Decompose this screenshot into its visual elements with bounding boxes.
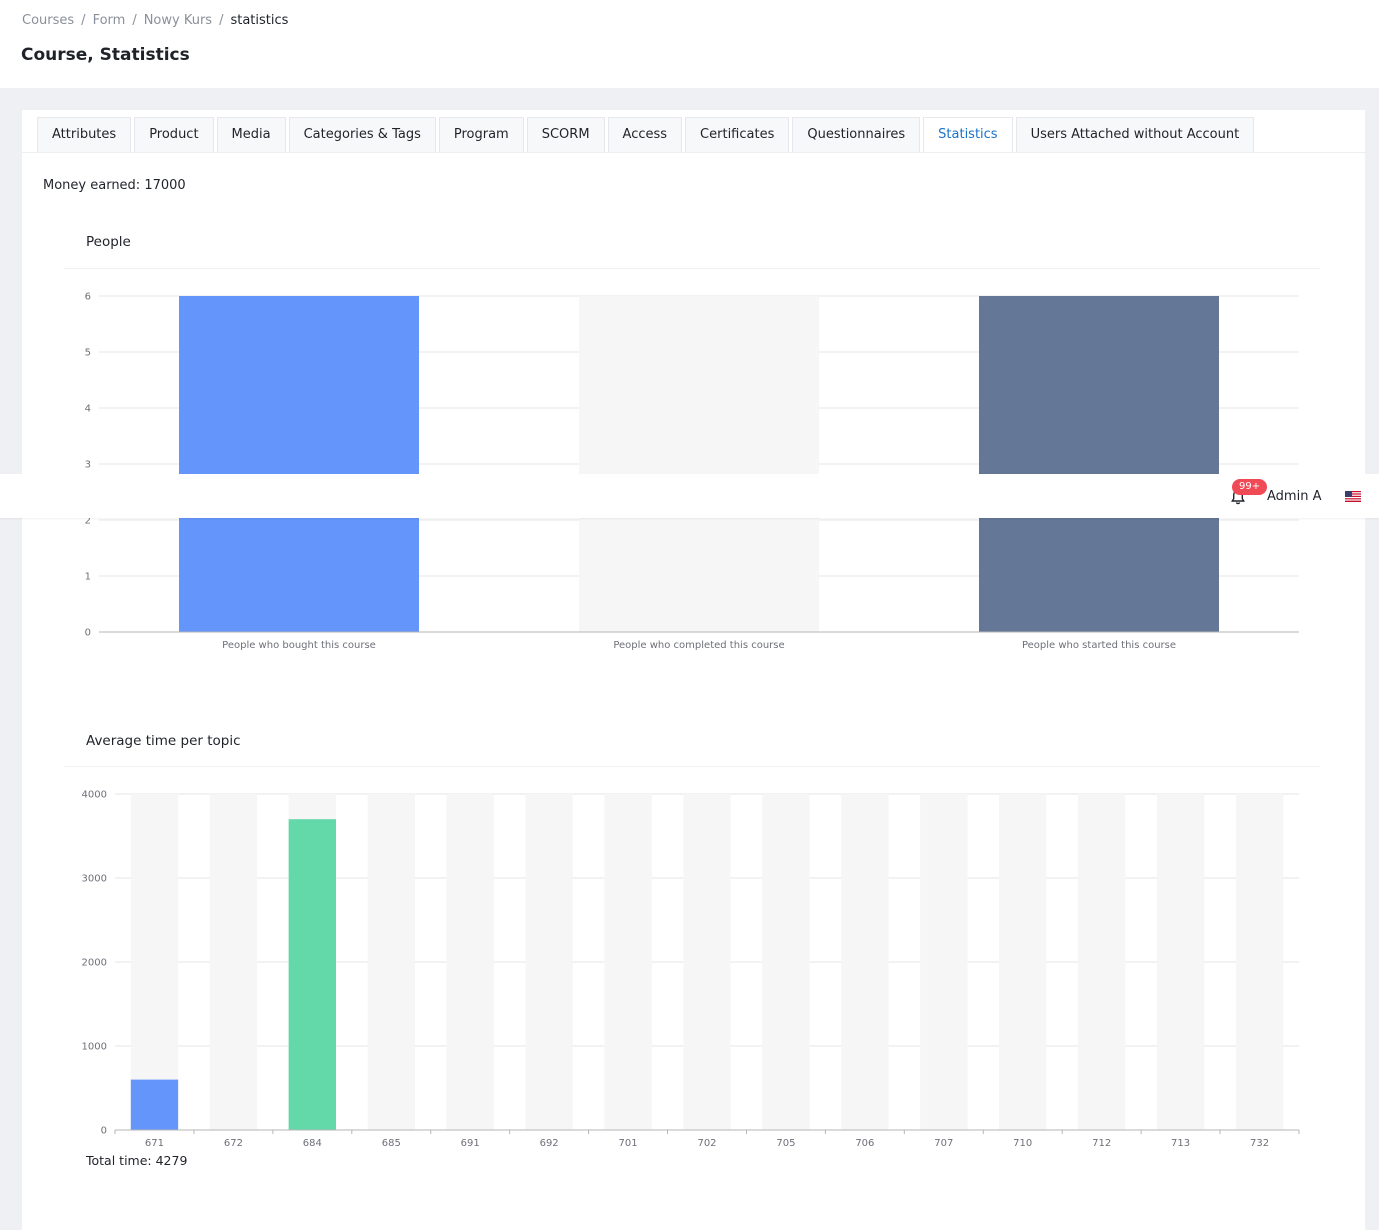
x-tick-label: 710 [1013, 1138, 1032, 1149]
user-menu[interactable]: Admin A [1267, 489, 1321, 504]
bar-background [999, 794, 1047, 1130]
bar-background [1156, 794, 1205, 1130]
bar [288, 819, 337, 1130]
x-tick-label: 702 [697, 1138, 716, 1149]
bar-background [525, 794, 573, 1130]
breadcrumb-courses[interactable]: Courses [22, 13, 74, 28]
x-tick-label: 685 [382, 1138, 401, 1149]
bar-background [762, 794, 810, 1130]
x-tick-label: 713 [1171, 1138, 1190, 1149]
x-tick-label: 706 [855, 1138, 874, 1149]
breadcrumb-course[interactable]: Nowy Kurs [144, 13, 212, 28]
bar-background [1077, 794, 1126, 1130]
total-time: Total time: 4279 [86, 1153, 188, 1168]
x-tick-label: 671 [145, 1138, 164, 1149]
bar-background [209, 794, 258, 1130]
top-navbar: 99+ Admin A [0, 474, 1379, 518]
bar-background [1235, 794, 1284, 1130]
breadcrumb-separator: / [219, 13, 224, 28]
bar-background [841, 794, 889, 1130]
page-title: Course, Statistics [21, 45, 190, 65]
bar-background [446, 794, 494, 1130]
x-tick-label: 692 [540, 1138, 559, 1149]
breadcrumb-form[interactable]: Form [93, 13, 126, 28]
page-header: Courses / Form / Nowy Kurs / statistics Course… [0, 0, 1379, 88]
y-tick-label: 3000 [82, 874, 107, 885]
x-tick-label: 691 [461, 1138, 480, 1149]
bar-background [920, 794, 968, 1130]
bar-background [604, 794, 652, 1130]
y-tick-label: 1000 [82, 1042, 107, 1053]
us-flag-icon[interactable] [1345, 491, 1361, 502]
bar [130, 1079, 179, 1130]
x-tick-label: 732 [1250, 1138, 1269, 1149]
breadcrumb-separator: / [81, 13, 86, 28]
bar-background [367, 794, 415, 1130]
y-tick-label: 4000 [82, 790, 107, 801]
y-tick-label: 2000 [82, 958, 107, 969]
x-tick-label: 701 [619, 1138, 638, 1149]
x-tick-label: 707 [934, 1138, 953, 1149]
bar-background [683, 794, 731, 1130]
x-tick-label: 684 [303, 1138, 322, 1149]
statistics-card: Attributes Product Media Categories & Ta… [22, 110, 1365, 1230]
breadcrumb-separator: / [132, 13, 137, 28]
notification-badge: 99+ [1232, 479, 1268, 495]
breadcrumb: Courses / Form / Nowy Kurs / statistics [22, 13, 288, 28]
breadcrumb-current: statistics [230, 13, 289, 28]
y-tick-label: 0 [101, 1126, 107, 1137]
x-tick-label: 712 [1092, 1138, 1111, 1149]
x-tick-label: 672 [224, 1138, 243, 1149]
x-tick-label: 705 [776, 1138, 795, 1149]
time-per-topic-chart: 0 1000 2000 3000 4000 671 672 684 685 691 692 701 70… [82, 790, 1300, 1149]
